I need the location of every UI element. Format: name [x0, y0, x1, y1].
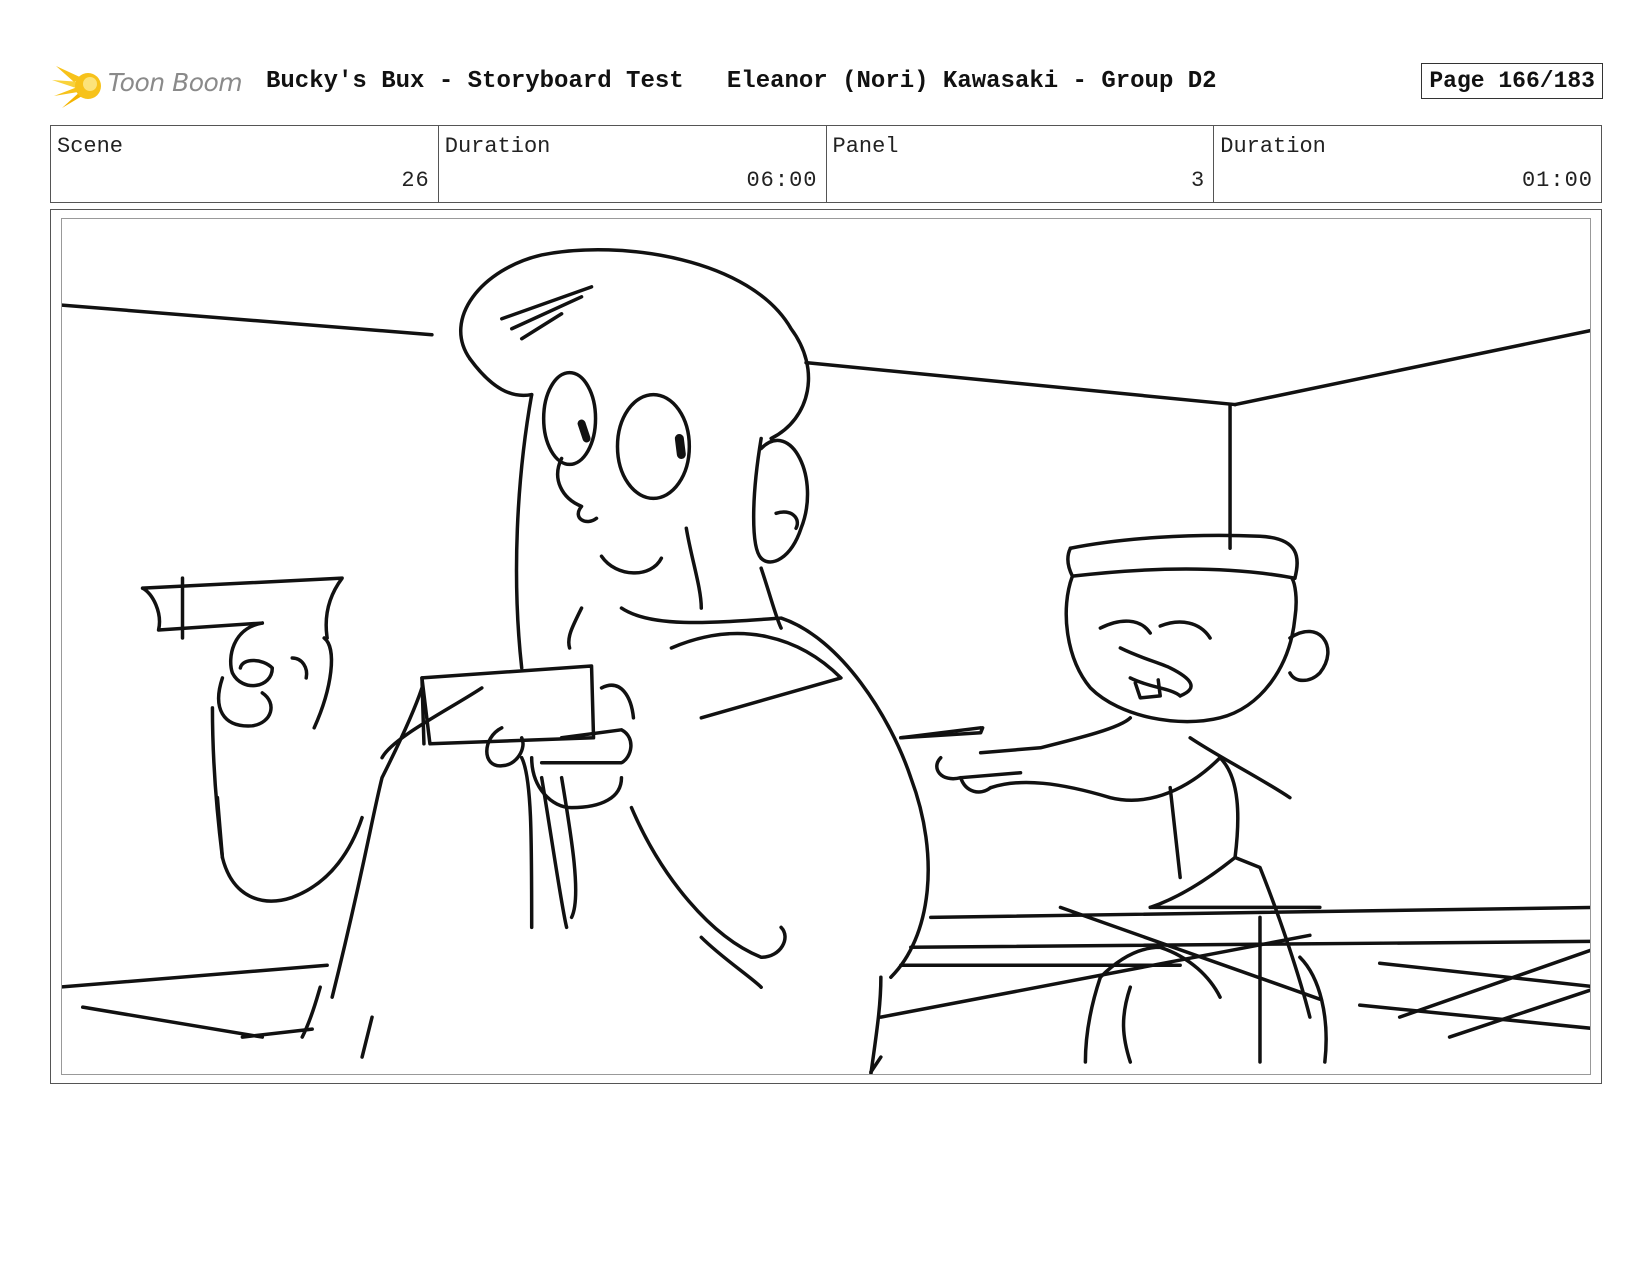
scene-cell: Scene 26: [51, 126, 439, 202]
panel-value: 3: [1191, 168, 1206, 193]
project-title: Bucky's Bux - Storyboard Test: [266, 68, 684, 95]
scene-duration-value: 06:00: [746, 168, 818, 193]
panel-label: Panel: [832, 134, 899, 159]
storyboard-drawing: [61, 218, 1591, 1075]
panel-duration-cell: Duration 01:00: [1214, 126, 1601, 202]
storyboard-panel-frame: [50, 209, 1602, 1084]
room-lines: [62, 303, 1590, 1039]
artist-name: Eleanor (Nori) Kawasaki - Group D2: [726, 68, 1217, 95]
scene-duration-cell: Duration 06:00: [439, 126, 827, 202]
scene-info-table: Scene 26 Duration 06:00 Panel 3 Duration…: [50, 125, 1602, 203]
storyboard-header: Toon Boom Bucky's Bux - Storyboard Test …: [52, 56, 1610, 116]
logo-text: Toon Boom: [108, 68, 243, 97]
panel-duration-label: Duration: [1220, 134, 1326, 159]
page-indicator: Page 166/183: [1421, 63, 1603, 99]
panel-cell: Panel 3: [827, 126, 1215, 202]
sketch-illustration: [62, 248, 1590, 1074]
small-character: [899, 533, 1330, 1064]
toon-boom-logo: Toon Boom: [52, 56, 252, 112]
scene-value: 26: [401, 168, 430, 193]
scene-label: Scene: [57, 134, 124, 159]
tall-character: [140, 248, 930, 1074]
starburst-logo-icon: [52, 66, 101, 108]
header-title: Bucky's Bux - Storyboard Test Eleanor (N…: [266, 68, 1217, 95]
scene-duration-label: Duration: [444, 134, 551, 159]
panel-duration-value: 01:00: [1521, 168, 1593, 193]
